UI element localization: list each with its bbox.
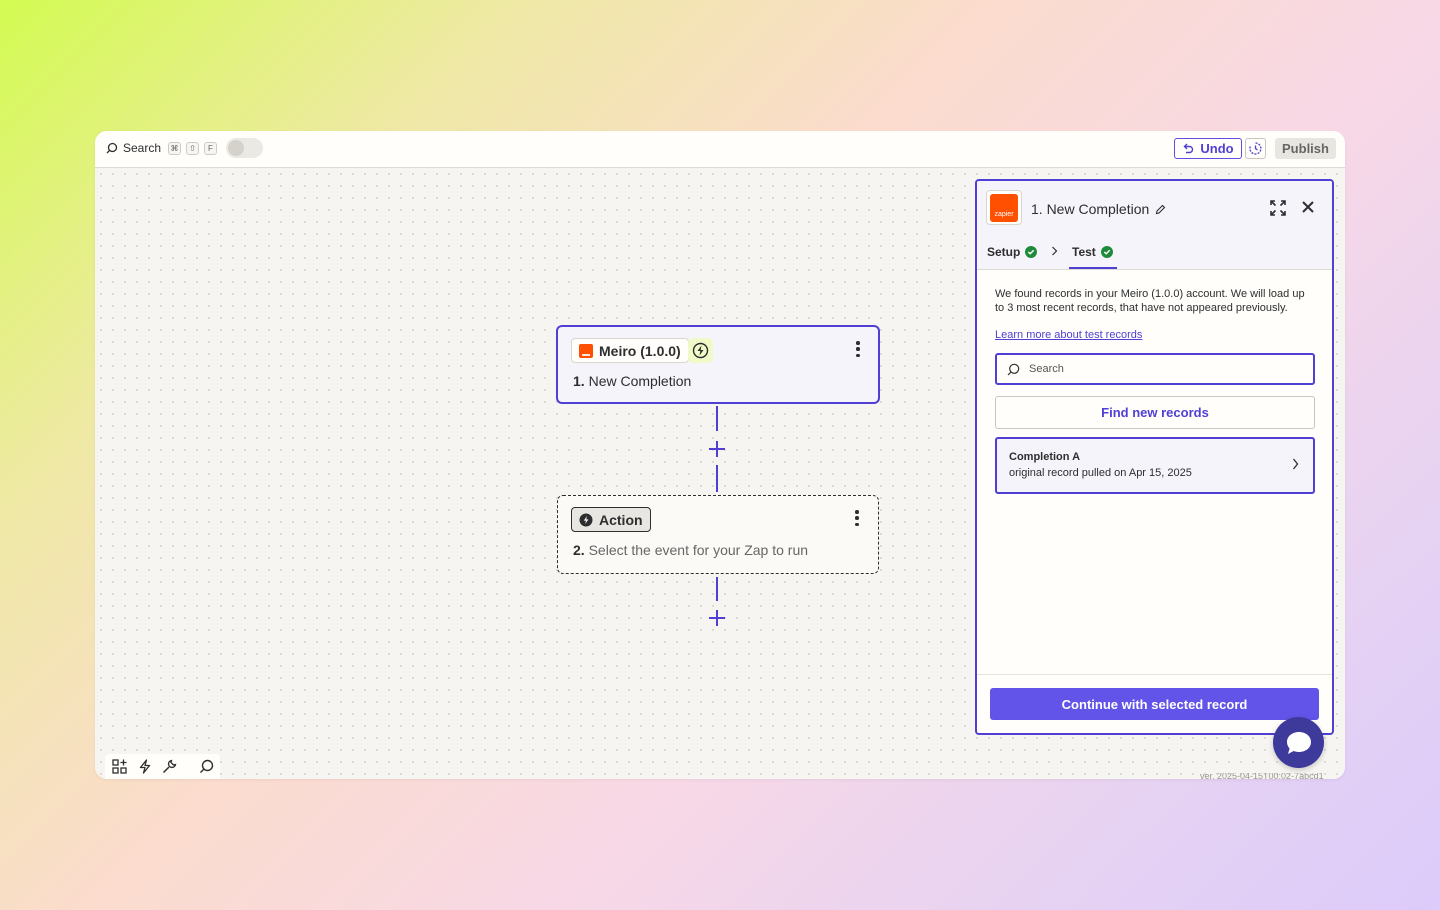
trigger-app-name: Meiro (1.0.0) [599, 342, 681, 359]
records-search-input[interactable] [1029, 363, 1289, 375]
records-search-field[interactable] [995, 353, 1315, 385]
trigger-step-number: 1. [573, 373, 585, 389]
connector-line [716, 577, 718, 601]
lightning-icon[interactable] [138, 759, 152, 774]
record-subtitle: original record pulled on Apr 15, 2025 [1009, 467, 1192, 479]
kebab-dot [856, 353, 860, 357]
publish-button[interactable]: Publish [1275, 138, 1336, 159]
undo-button[interactable]: Undo [1174, 138, 1242, 159]
canvas-toolbar [105, 754, 220, 779]
action-more-menu[interactable] [855, 510, 859, 526]
zapier-logo-icon: zapier [990, 193, 1018, 222]
trigger-step-card[interactable]: Meiro (1.0.0) 1. New Completion [556, 325, 880, 404]
top-bar: Search ⌘ ⇧ F Undo Publish [95, 131, 1345, 168]
action-chip: Action [571, 507, 651, 532]
bolt-icon [692, 342, 709, 359]
shortcut-key-f: F [204, 142, 217, 155]
record-item[interactable]: Completion A original record pulled on A… [995, 437, 1315, 494]
undo-icon [1183, 143, 1194, 154]
panel-app-logo: zapier [986, 190, 1022, 225]
panel-title[interactable]: 1. New Completion [1031, 201, 1166, 217]
chevron-right-icon [1292, 458, 1299, 470]
search-label: Search [123, 141, 162, 155]
kebab-dot [856, 347, 860, 351]
action-step-number: 2. [573, 542, 585, 558]
check-circle-icon [1025, 246, 1038, 258]
action-step-title: 2. Select the event for your Zap to run [573, 542, 808, 558]
kebab-dot [856, 341, 860, 345]
panel-tabs: Setup Test [977, 235, 1332, 270]
action-icon [579, 513, 593, 526]
continue-with-selected-record-button[interactable]: Continue with selected record [990, 688, 1319, 720]
zapier-logo-icon [579, 343, 593, 358]
undo-label: Undo [1200, 141, 1234, 156]
chat-bubble-icon [1286, 731, 1311, 754]
learn-more-link[interactable]: Learn more about test records [995, 329, 1142, 341]
action-chip-label: Action [599, 511, 643, 528]
active-tab-indicator [1069, 267, 1117, 269]
zap-canvas[interactable]: Meiro (1.0.0) 1. New Completion Action 2… [95, 168, 1345, 779]
view-toggle[interactable] [226, 138, 263, 158]
record-title: Completion A [1009, 451, 1081, 463]
search-icon[interactable] [199, 759, 214, 774]
action-step-name: Select the event for your Zap to run [588, 542, 809, 558]
logo-text: zapier [994, 210, 1014, 218]
tab-test[interactable]: Test [1072, 245, 1113, 259]
kebab-dot [855, 522, 859, 526]
search-icon [1007, 363, 1020, 375]
chat-support-button[interactable] [1273, 717, 1324, 768]
apps-add-icon[interactable] [112, 759, 127, 774]
tab-test-label: Test [1072, 245, 1096, 259]
tab-setup-label: Setup [987, 245, 1021, 259]
trigger-app-chip: Meiro (1.0.0) [571, 338, 689, 363]
pencil-icon[interactable] [1155, 204, 1166, 215]
editor-window: Search ⌘ ⇧ F Undo Publish Meiro (1.0.0) … [95, 131, 1345, 779]
panel-header: zapier 1. New Completion [977, 181, 1332, 235]
kebab-dot [855, 516, 859, 520]
shortcut-key-shift: ⇧ [186, 142, 199, 155]
version-history-button[interactable] [1245, 138, 1266, 159]
connector-line [716, 465, 718, 492]
kebab-dot [855, 510, 859, 514]
find-new-records-button[interactable]: Find new records [995, 396, 1315, 429]
add-step-button-2[interactable] [709, 610, 725, 626]
toggle-knob [228, 140, 244, 156]
chevron-right-icon [1052, 246, 1058, 256]
history-icon [1249, 142, 1262, 155]
trigger-more-menu[interactable] [856, 341, 860, 357]
action-step-card[interactable]: Action 2. Select the event for your Zap … [557, 495, 879, 574]
trigger-step-title: 1. New Completion [573, 373, 691, 389]
search-icon [106, 142, 118, 154]
wrench-icon[interactable] [162, 759, 177, 774]
test-records-description: We found records in your Meiro (1.0.0) a… [995, 288, 1305, 314]
version-string: ver. 2025-04-15T00:02-7abcd1 [1200, 773, 1324, 779]
add-step-button-1[interactable] [709, 441, 725, 457]
check-circle-icon [1100, 246, 1113, 258]
trigger-step-name: New Completion [588, 373, 692, 389]
step-details-panel: zapier 1. New Completion Setup Test We f… [975, 179, 1334, 735]
connector-line [716, 406, 718, 431]
tab-setup[interactable]: Setup [987, 245, 1038, 259]
search-button[interactable]: Search [106, 141, 161, 155]
expand-icon[interactable] [1270, 200, 1286, 216]
panel-title-text: 1. New Completion [1031, 201, 1150, 217]
instant-trigger-badge [688, 338, 713, 363]
close-icon[interactable] [1302, 201, 1314, 213]
shortcut-key-cmd: ⌘ [168, 142, 181, 155]
